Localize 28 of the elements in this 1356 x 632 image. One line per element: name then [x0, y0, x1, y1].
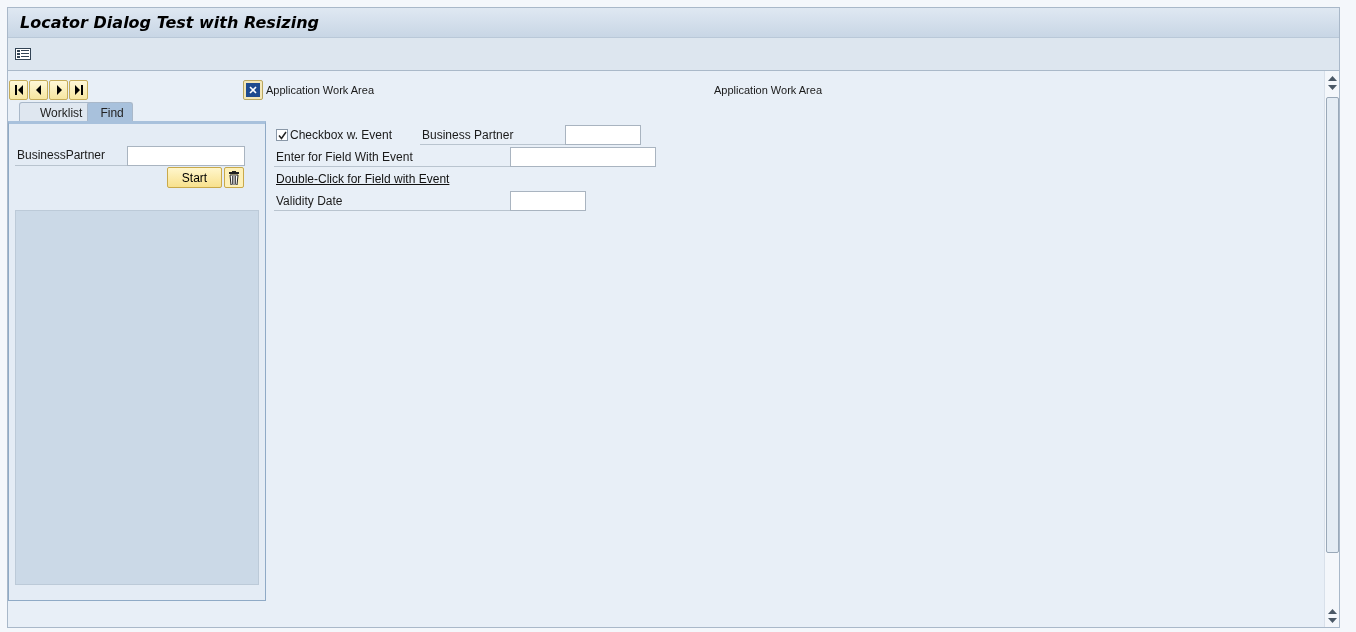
next-page-button[interactable] — [49, 80, 68, 100]
window-title: Locator Dialog Test with Resizing — [20, 13, 319, 32]
area-title: Application Work Area — [266, 84, 376, 96]
skip-first-icon — [13, 84, 24, 96]
input-field[interactable] — [510, 191, 586, 211]
scroll-up-icon[interactable] — [1327, 608, 1337, 614]
double-click-link[interactable]: Double-Click for Field with Event — [274, 172, 450, 186]
trash-icon[interactable] — [224, 167, 244, 188]
close-button[interactable] — [243, 80, 263, 100]
list-icon[interactable] — [15, 48, 31, 60]
scrollbar-thumb[interactable] — [1325, 97, 1339, 553]
input-field[interactable] — [510, 147, 656, 167]
first-page-button[interactable] — [9, 80, 28, 100]
scroll-down-icon[interactable] — [1327, 618, 1337, 624]
checkbox-label: Checkbox w. Event — [290, 128, 393, 142]
field-label: Validity Date — [274, 191, 510, 211]
area-title: Application Work Area — [714, 84, 823, 96]
checkbox[interactable] — [276, 129, 288, 141]
previous-page-button[interactable] — [29, 80, 48, 100]
field-label: Enter for Field With Event — [274, 147, 510, 167]
scroll-down-icon[interactable] — [1327, 85, 1337, 91]
skip-last-icon — [73, 84, 84, 96]
tab[interactable]: Find — [87, 102, 133, 121]
start-button[interactable]: Start — [167, 167, 222, 188]
scroll-up-icon[interactable] — [1327, 75, 1337, 81]
input-field[interactable] — [127, 146, 245, 166]
input-field[interactable] — [565, 125, 641, 145]
last-page-button[interactable] — [69, 80, 88, 100]
